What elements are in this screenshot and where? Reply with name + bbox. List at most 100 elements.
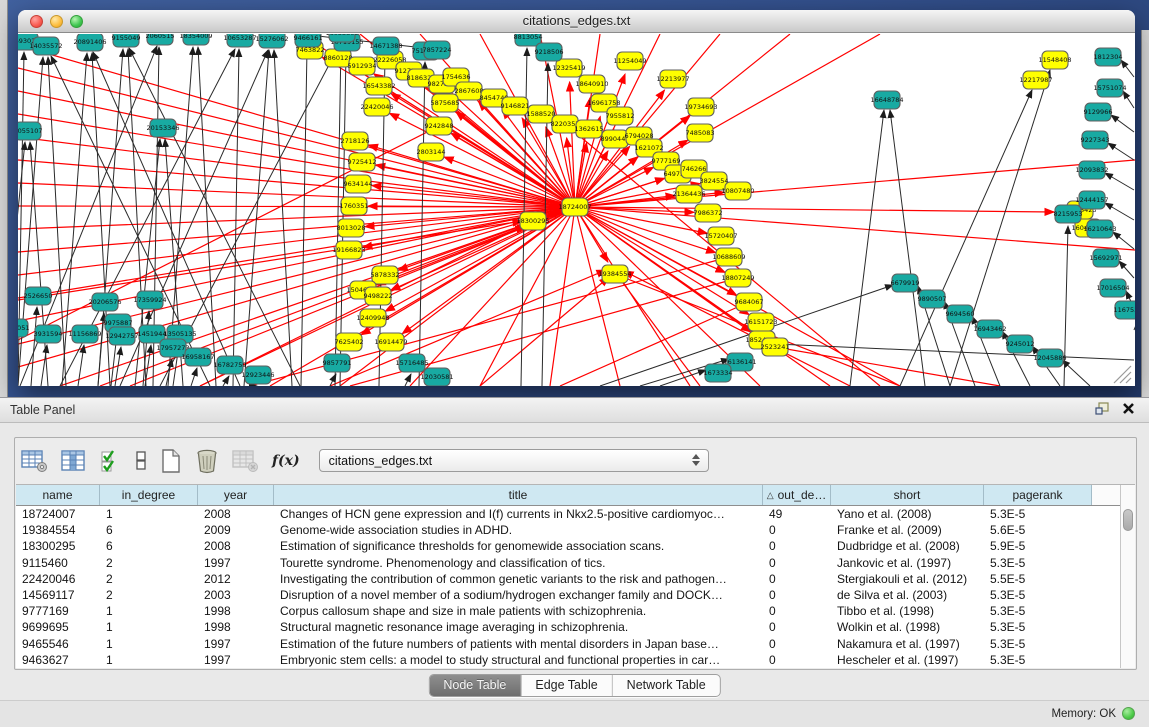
graph-node[interactable]: 12444157: [1075, 191, 1108, 209]
table-cell[interactable]: 5.3E-5: [984, 637, 1092, 651]
graph-node[interactable]: 12030581: [420, 368, 453, 386]
graph-node[interactable]: 18807249: [721, 269, 754, 287]
graph-node[interactable]: 1812304: [1094, 48, 1123, 66]
table-cell[interactable]: Jankovic et al. (1997): [831, 556, 984, 570]
graph-node[interactable]: 5875685: [431, 94, 460, 112]
graph-node[interactable]: 9227343: [1081, 131, 1110, 149]
network-canvas[interactable]: 1872400774638228860128591293422226058912…: [18, 34, 1135, 386]
graph-node[interactable]: 21364436: [672, 185, 705, 203]
minimize-window-button[interactable]: [50, 15, 63, 28]
graph-node[interactable]: 2526650: [24, 287, 53, 305]
graph-node[interactable]: 16151723: [744, 313, 777, 331]
graph-node[interactable]: 17016504: [1096, 279, 1129, 297]
table-cell[interactable]: Wolkin et al. (1998): [831, 620, 984, 634]
graph-node[interactable]: 19166823: [332, 241, 365, 259]
graph-node[interactable]: 8215953: [1054, 205, 1083, 223]
graph-node[interactable]: 6679919: [891, 274, 920, 292]
table-cell[interactable]: 0: [763, 539, 831, 553]
graph-node[interactable]: 20153346: [146, 119, 179, 137]
table-row[interactable]: 946362711997Embryonic stem cells: a mode…: [16, 652, 1135, 668]
column-header-name[interactable]: name: [16, 485, 100, 505]
graph-node[interactable]: 19384554: [598, 265, 631, 283]
table-cell[interactable]: 5.3E-5: [984, 588, 1092, 602]
table-cell[interactable]: 14569117: [16, 588, 100, 602]
table-cell[interactable]: 1: [100, 637, 198, 651]
function-builder-icon[interactable]: f(x): [272, 453, 300, 469]
graph-node[interactable]: 3931594: [34, 325, 63, 343]
table-cell[interactable]: 2: [100, 572, 198, 586]
graph-node[interactable]: 9684067: [735, 293, 764, 311]
network-svg[interactable]: 1872400774638228860128591293422226058912…: [18, 34, 1135, 386]
graph-node[interactable]: 15720407: [704, 227, 737, 245]
column-header-short[interactable]: short: [831, 485, 984, 505]
table-cell[interactable]: 0: [763, 604, 831, 618]
graph-node[interactable]: 12217987: [1019, 71, 1052, 89]
graph-node[interactable]: 16033809: [325, 34, 358, 42]
table-cell[interactable]: Hescheler et al. (1997): [831, 653, 984, 667]
graph-node[interactable]: 9466161: [294, 34, 323, 47]
table-cell[interactable]: Tibbo et al. (1998): [831, 604, 984, 618]
table-row[interactable]: 969969511998Structural magnetic resonanc…: [16, 619, 1135, 635]
table-cell[interactable]: Structural magnetic resonance image aver…: [274, 620, 763, 634]
graph-node[interactable]: 1673334: [704, 364, 733, 382]
graph-node[interactable]: 18724007: [558, 198, 591, 216]
tab-node-table[interactable]: Node Table: [429, 675, 521, 696]
table-cell[interactable]: 5.5E-5: [984, 572, 1092, 586]
graph-node[interactable]: 16210643: [1083, 220, 1116, 238]
table-cell[interactable]: 2008: [198, 507, 274, 521]
graph-node[interactable]: 9725412: [348, 153, 377, 171]
select-columns-icon[interactable]: [100, 449, 122, 473]
table-cell[interactable]: Nakamura et al. (1997): [831, 637, 984, 651]
table-cell[interactable]: 0: [763, 523, 831, 537]
column-header-year[interactable]: year: [198, 485, 274, 505]
table-cell[interactable]: 9465546: [16, 637, 100, 651]
table-row[interactable]: 1456911722003Disruption of a novel membe…: [16, 587, 1135, 603]
table-cell[interactable]: 0: [763, 637, 831, 651]
table-cell[interactable]: 5.3E-5: [984, 507, 1092, 521]
graph-node[interactable]: 7857224: [423, 41, 452, 59]
graph-node[interactable]: 8013028: [337, 219, 366, 237]
tab-edge-table[interactable]: Edge Table: [521, 675, 612, 696]
graph-node[interactable]: 1760351: [340, 197, 369, 215]
table-cell[interactable]: Genome-wide association studies in ADHD.: [274, 523, 763, 537]
table-cell[interactable]: 19384554: [16, 523, 100, 537]
graph-node[interactable]: 17359924: [133, 291, 166, 309]
graph-node[interactable]: 12942757: [105, 327, 138, 345]
table-cell[interactable]: 0: [763, 588, 831, 602]
graph-node[interactable]: 14035572: [29, 37, 62, 55]
table-cell[interactable]: 6: [100, 523, 198, 537]
graph-node[interactable]: 2523241: [761, 338, 790, 356]
graph-node[interactable]: 16648784: [870, 91, 903, 109]
table-cell[interactable]: 5.3E-5: [984, 556, 1092, 570]
graph-node[interactable]: 9634144: [344, 175, 373, 193]
close-panel-icon[interactable]: [1122, 402, 1135, 415]
graph-node[interactable]: 16543382: [362, 77, 395, 95]
table-cell[interactable]: Stergiakouli et al. (2012): [831, 572, 984, 586]
network-window-titlebar[interactable]: citations_edges.txt: [18, 10, 1135, 33]
graph-node[interactable]: 9146821: [501, 97, 530, 115]
zoom-window-button[interactable]: [70, 15, 83, 28]
show-column-icon[interactable]: [61, 449, 87, 473]
table-cell[interactable]: 6: [100, 539, 198, 553]
graph-node[interactable]: 16943462: [973, 320, 1006, 338]
graph-node[interactable]: 15276062: [255, 34, 288, 48]
column-header-pagerank[interactable]: pagerank: [984, 485, 1092, 505]
table-cell[interactable]: 2003: [198, 588, 274, 602]
table-cell[interactable]: 49: [763, 507, 831, 521]
graph-node[interactable]: 9129966: [1084, 103, 1113, 121]
table-row[interactable]: 977716911998Corpus callosum shape and si…: [16, 603, 1135, 619]
column-header-out-de-[interactable]: △out_de…: [763, 485, 831, 505]
graph-node[interactable]: 12045886: [1033, 349, 1066, 367]
graph-node[interactable]: 1585051: [18, 319, 29, 337]
table-cell[interactable]: 1: [100, 653, 198, 667]
graph-node[interactable]: 1362615: [575, 120, 604, 138]
table-cell[interactable]: 2012: [198, 572, 274, 586]
graph-node[interactable]: 7955812: [606, 107, 635, 125]
graph-node[interactable]: 9857791: [323, 354, 352, 372]
table-cell[interactable]: 5.3E-5: [984, 620, 1092, 634]
tab-network-table[interactable]: Network Table: [613, 675, 720, 696]
graph-node[interactable]: 2055107: [18, 122, 42, 140]
graph-node[interactable]: 20206576: [88, 293, 121, 311]
graph-node[interactable]: 1167534: [1114, 301, 1135, 319]
graph-node[interactable]: 15692971: [1089, 249, 1122, 267]
